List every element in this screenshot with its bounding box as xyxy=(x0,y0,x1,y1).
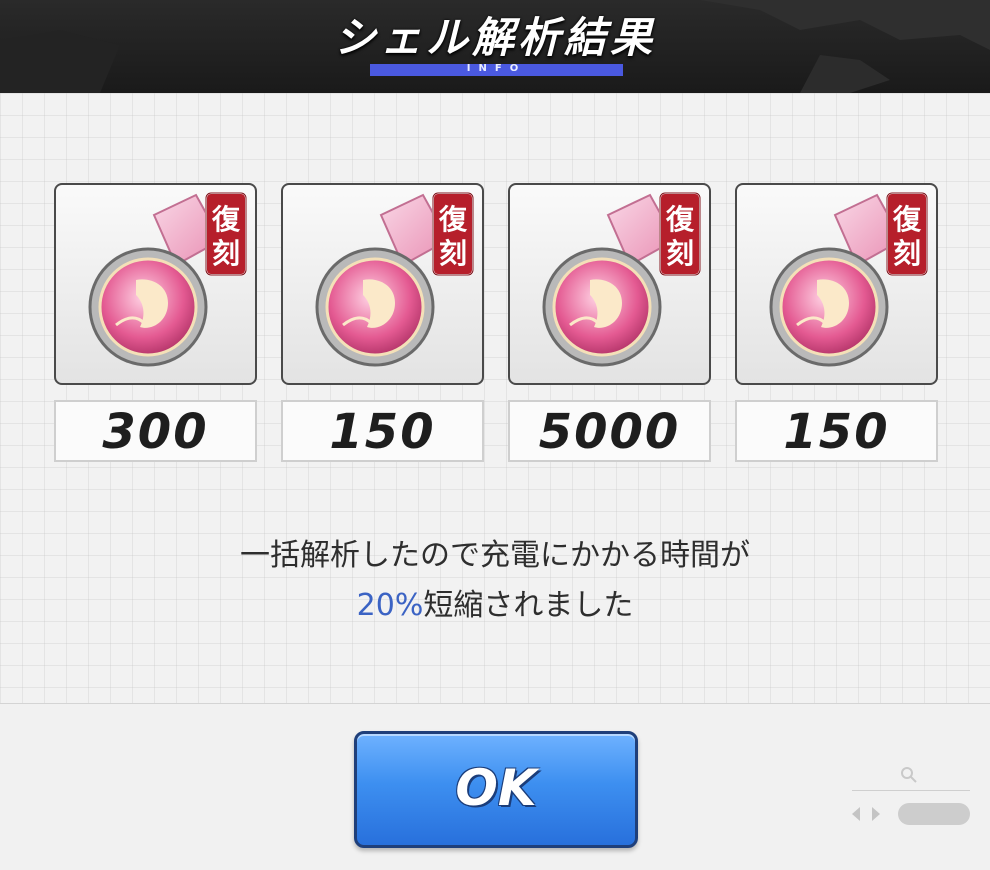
badge-char-2: 刻 xyxy=(666,237,694,270)
badge-char-2: 刻 xyxy=(893,237,921,270)
toolbar-pill[interactable] xyxy=(898,803,970,825)
item-count: 150 xyxy=(281,400,484,462)
badge-char-1: 復 xyxy=(892,203,922,236)
item-card: 復 刻 xyxy=(735,183,938,385)
badge-char-1: 復 xyxy=(211,203,241,236)
pink-medal-icon: 復 刻 xyxy=(542,192,701,367)
item-card: 復 刻 xyxy=(508,183,711,385)
badge-char-1: 復 xyxy=(438,203,468,236)
prev-next-arrows-icon[interactable] xyxy=(848,803,888,825)
page-title: シェル解析結果 xyxy=(333,13,656,62)
item-count: 5000 xyxy=(508,400,711,462)
pink-medal-icon: 復 刻 xyxy=(315,192,474,367)
pink-medal-icon: 復 刻 xyxy=(88,192,247,367)
ok-button[interactable]: OK xyxy=(354,731,638,848)
info-label: INFO xyxy=(466,63,527,74)
item-card: 復 刻 xyxy=(54,183,257,385)
result-message-line2-text: 短縮されました xyxy=(423,588,634,623)
reduction-percent: 20% xyxy=(356,588,424,623)
badge-char-2: 刻 xyxy=(439,237,467,270)
pink-medal-icon: 復 刻 xyxy=(769,192,928,367)
badge-char-2: 刻 xyxy=(212,237,240,270)
badge-char-1: 復 xyxy=(665,203,695,236)
result-message-line1: 一括解析したので充電にかかる時間が xyxy=(240,538,750,573)
search-underline xyxy=(852,790,970,791)
result-message-line2: 20%短縮されました xyxy=(0,580,990,624)
item-count: 150 xyxy=(735,400,938,462)
item-card: 復 刻 xyxy=(281,183,484,385)
search-icon[interactable] xyxy=(850,766,970,786)
item-count: 300 xyxy=(54,400,257,462)
title-header: シェル解析結果 INFO xyxy=(0,0,990,93)
